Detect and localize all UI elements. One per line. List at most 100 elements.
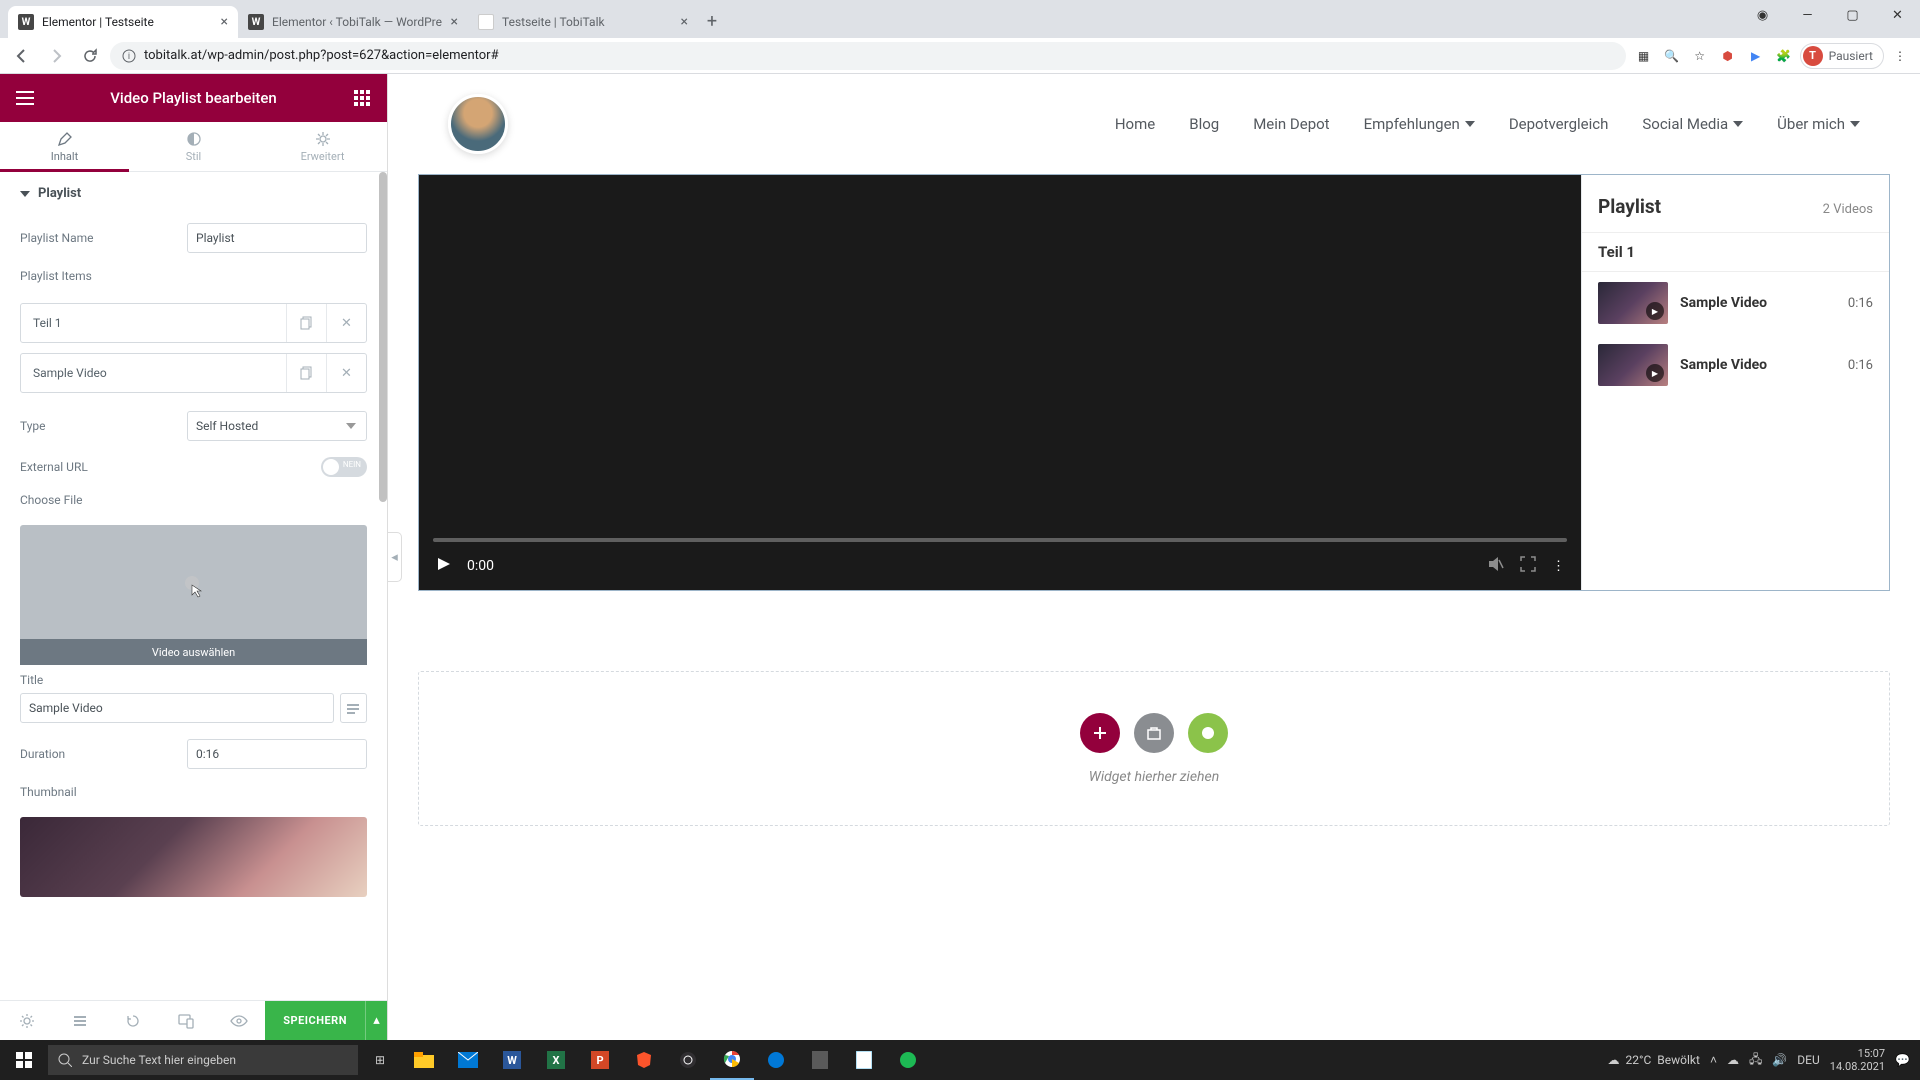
- video-player[interactable]: 0:00 ⋮: [419, 175, 1581, 590]
- remove-icon[interactable]: ✕: [326, 354, 366, 392]
- playlist-item-2[interactable]: Sample Video ✕: [20, 353, 367, 393]
- tab-advanced[interactable]: Erweitert: [258, 122, 387, 171]
- back-button[interactable]: [8, 42, 36, 70]
- type-select[interactable]: Self Hosted: [187, 411, 367, 441]
- preview-icon[interactable]: [212, 1001, 265, 1040]
- search-placeholder: Zur Suche Text hier eingeben: [82, 1053, 236, 1067]
- forward-button[interactable]: [42, 42, 70, 70]
- section-toggle-playlist[interactable]: Playlist: [0, 172, 387, 215]
- app-icon[interactable]: [798, 1040, 842, 1080]
- start-button[interactable]: [0, 1040, 48, 1080]
- new-tab-button[interactable]: +: [698, 6, 726, 38]
- browser-tab-3[interactable]: Testseite | TobiTalk ×: [468, 6, 698, 38]
- clock[interactable]: 15:07 14.08.2021: [1830, 1047, 1885, 1073]
- network-icon[interactable]: 🖧: [1749, 1050, 1762, 1071]
- remove-icon[interactable]: ✕: [326, 304, 366, 342]
- close-window-button[interactable]: ✕: [1875, 0, 1920, 30]
- title-input[interactable]: [20, 693, 334, 723]
- playlist-video-1[interactable]: ▶ Sample Video 0:16: [1582, 272, 1889, 334]
- obs-icon[interactable]: [666, 1040, 710, 1080]
- zoom-icon[interactable]: 🔍: [1660, 44, 1684, 68]
- save-button[interactable]: SPEICHERN: [265, 1001, 365, 1040]
- label-duration: Duration: [20, 747, 65, 761]
- label-thumbnail: Thumbnail: [20, 785, 367, 799]
- chrome-account-icon[interactable]: ◉: [1740, 0, 1785, 30]
- task-view-icon[interactable]: ⊞: [358, 1040, 402, 1080]
- nav-social[interactable]: Social Media: [1642, 115, 1743, 133]
- explorer-icon[interactable]: [402, 1040, 446, 1080]
- maximize-button[interactable]: ▢: [1830, 0, 1875, 30]
- close-icon[interactable]: ×: [681, 14, 688, 30]
- navigator-icon[interactable]: [53, 1001, 106, 1040]
- notifications-icon[interactable]: 💬: [1895, 1053, 1910, 1067]
- responsive-icon[interactable]: [159, 1001, 212, 1040]
- minimize-button[interactable]: —: [1785, 0, 1830, 30]
- choose-file-button[interactable]: Video auswählen: [20, 639, 367, 665]
- star-icon[interactable]: ☆: [1688, 44, 1712, 68]
- tab-style[interactable]: Stil: [129, 122, 258, 171]
- duplicate-icon[interactable]: [286, 354, 326, 392]
- collapse-panel-handle[interactable]: ◂: [388, 532, 402, 582]
- playlist-video-2[interactable]: ▶ Sample Video 0:16: [1582, 334, 1889, 396]
- browser-tab-1[interactable]: W Elementor | Testseite ×: [8, 6, 238, 38]
- word-icon[interactable]: W: [490, 1040, 534, 1080]
- language-indicator[interactable]: DEU: [1797, 1053, 1819, 1067]
- extensions-menu-icon[interactable]: 🧩: [1772, 44, 1796, 68]
- dynamic-tags-icon[interactable]: [340, 693, 367, 723]
- tray-chevron-icon[interactable]: ˄: [1710, 1053, 1717, 1067]
- label-playlist-name: Playlist Name: [20, 231, 94, 245]
- browser-tab-2[interactable]: W Elementor ‹ TobiTalk — WordPre ×: [238, 6, 468, 38]
- powerpoint-icon[interactable]: P: [578, 1040, 622, 1080]
- mail-icon[interactable]: [446, 1040, 490, 1080]
- play-icon[interactable]: [435, 556, 451, 576]
- video-playlist-widget[interactable]: 0:00 ⋮ Playlist 2 Videos Teil 1 ▶ Sample…: [418, 174, 1890, 591]
- nav-depot[interactable]: Mein Depot: [1253, 115, 1329, 133]
- edge-icon[interactable]: [754, 1040, 798, 1080]
- choose-file-box[interactable]: Video auswählen: [20, 525, 367, 665]
- add-section-button[interactable]: [1080, 713, 1120, 753]
- nav-blog[interactable]: Blog: [1189, 115, 1219, 133]
- brave-icon[interactable]: [622, 1040, 666, 1080]
- playlist-name-input[interactable]: [187, 223, 367, 253]
- settings-icon[interactable]: [0, 1001, 53, 1040]
- nav-empfehlungen[interactable]: Empfehlungen: [1364, 115, 1475, 133]
- duplicate-icon[interactable]: [286, 304, 326, 342]
- extension-lastpass-icon[interactable]: ⬢: [1716, 44, 1740, 68]
- site-logo[interactable]: [448, 94, 508, 154]
- thumbnail-preview[interactable]: [20, 817, 367, 897]
- reload-button[interactable]: [76, 42, 104, 70]
- taskbar-search[interactable]: Zur Suche Text hier eingeben: [48, 1045, 358, 1075]
- save-options-button[interactable]: ▴: [365, 1001, 387, 1040]
- history-icon[interactable]: [106, 1001, 159, 1040]
- duration-input[interactable]: [187, 739, 367, 769]
- panel-scrollbar[interactable]: [379, 172, 387, 502]
- fullscreen-icon[interactable]: [1520, 556, 1536, 576]
- chrome-icon[interactable]: [710, 1040, 754, 1080]
- spotify-icon[interactable]: [886, 1040, 930, 1080]
- weather-widget[interactable]: ☁ 22°C Bewölkt: [1608, 1053, 1700, 1067]
- external-url-toggle[interactable]: NEIN: [321, 457, 367, 477]
- video-menu-icon[interactable]: ⋮: [1552, 559, 1565, 574]
- extension-video-icon[interactable]: ▶: [1744, 44, 1768, 68]
- hamburger-icon[interactable]: [14, 87, 36, 109]
- nav-home[interactable]: Home: [1115, 115, 1155, 133]
- excel-icon[interactable]: X: [534, 1040, 578, 1080]
- volume-icon[interactable]: 🔊: [1772, 1053, 1787, 1067]
- template-library-button[interactable]: [1134, 713, 1174, 753]
- notepad-icon[interactable]: [842, 1040, 886, 1080]
- chrome-menu-icon[interactable]: ⋮: [1888, 44, 1912, 68]
- mute-icon[interactable]: [1486, 555, 1504, 577]
- nav-about[interactable]: Über mich: [1777, 115, 1860, 133]
- nav-depotvergleich[interactable]: Depotvergleich: [1509, 115, 1609, 133]
- profile-chip[interactable]: T Pausiert: [1800, 43, 1884, 69]
- playlist-item-1[interactable]: Teil 1 ✕: [20, 303, 367, 343]
- onedrive-icon[interactable]: ☁: [1727, 1053, 1739, 1067]
- close-icon[interactable]: ×: [221, 14, 228, 30]
- add-template-button[interactable]: [1188, 713, 1228, 753]
- close-icon[interactable]: ×: [451, 14, 458, 30]
- widgets-grid-icon[interactable]: [351, 87, 373, 109]
- address-bar[interactable]: i tobitalk.at/wp-admin/post.php?post=627…: [110, 42, 1626, 70]
- tab-content[interactable]: Inhalt: [0, 122, 129, 171]
- drop-widget-section[interactable]: Widget hierher ziehen: [418, 671, 1890, 826]
- extension-icon[interactable]: ▦: [1632, 44, 1656, 68]
